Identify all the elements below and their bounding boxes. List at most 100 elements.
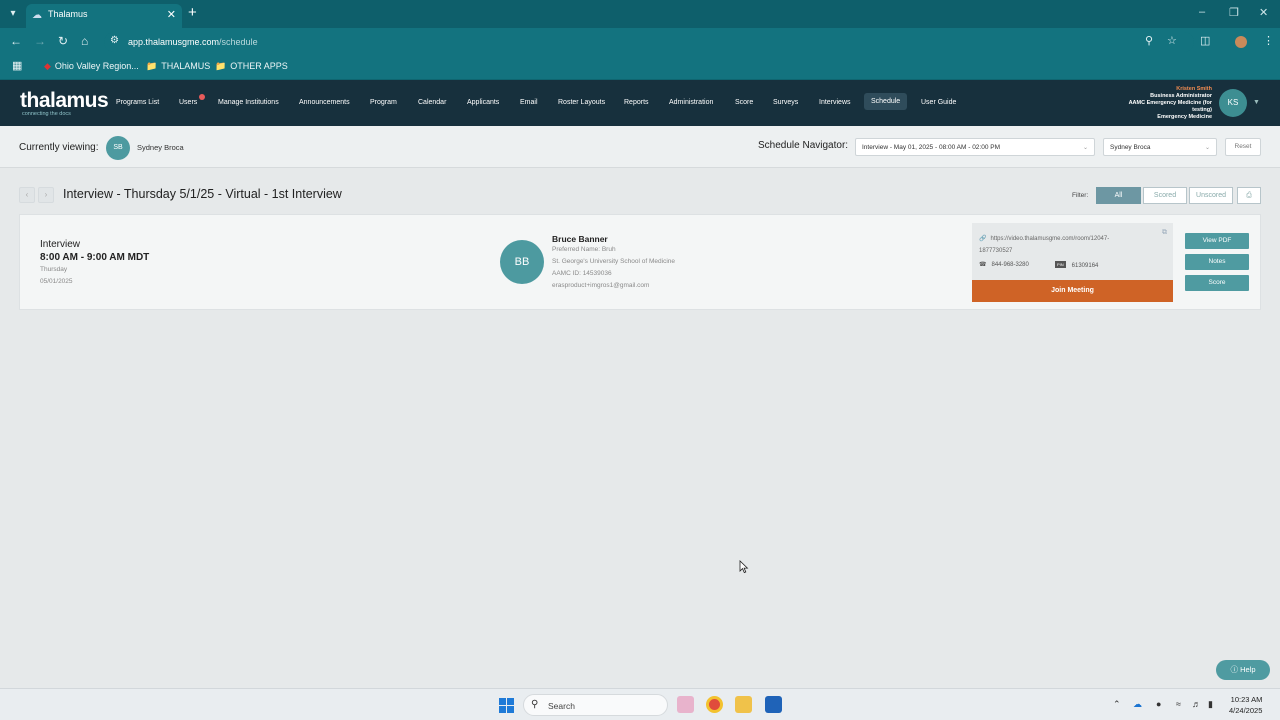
bookmark-star-icon[interactable]: ☆ [1167,34,1177,47]
nav-roster-layouts[interactable]: Roster Layouts [558,99,605,106]
window-close-icon[interactable]: ✕ [1259,6,1268,19]
system-clock[interactable]: 10:23 AM 4/24/2025 [1229,694,1262,716]
restore-icon[interactable]: ❐ [1229,6,1239,19]
onedrive-icon[interactable]: ☁ [1133,699,1142,710]
meeting-phone: ☎ 844-968-3280 [979,261,1029,268]
new-tab-icon[interactable]: + [188,5,197,21]
viewing-avatar: SB [106,136,130,160]
filter-all-button[interactable]: All [1096,187,1141,204]
notification-dot [199,94,205,100]
profile-icon[interactable] [1235,36,1247,48]
folder-icon: 📁 [215,61,227,71]
slack-icon[interactable] [677,696,694,713]
user-role: Business Administrator [1150,93,1212,99]
applicant-name[interactable]: Bruce Banner [552,234,608,244]
chrome-icon[interactable] [706,696,723,713]
help-button[interactable]: ⓘ Help [1216,660,1270,680]
person-select-value: Sydney Broca [1110,144,1151,151]
join-meeting-button[interactable]: Join Meeting [972,280,1173,302]
wifi-icon[interactable]: ≈ [1176,699,1181,709]
schedule-navigator-select[interactable]: Interview - May 01, 2025 - 08:00 AM - 02… [855,138,1095,156]
reset-button[interactable]: Reset [1225,138,1261,156]
browser-tab[interactable]: ☁ Thalamus ✕ [26,4,182,28]
user-name: Kristen Smith [1176,86,1212,92]
forward-icon[interactable]: → [34,34,46,48]
nav-manage-institutions[interactable]: Manage Institutions [218,99,279,106]
volume-icon[interactable]: ♬ [1192,699,1201,709]
filter-unscored-button[interactable]: Unscored [1189,187,1233,204]
notes-button[interactable]: Notes [1185,254,1249,270]
outlook-icon[interactable] [765,696,782,713]
bookmark-folder-other-apps[interactable]: 📁 OTHER APPS [215,61,288,72]
next-arrow-button[interactable]: › [38,187,54,203]
nav-user-guide[interactable]: User Guide [921,99,956,106]
view-pdf-button[interactable]: View PDF [1185,233,1249,249]
extensions-icon[interactable]: ◫ [1200,34,1210,47]
help-label: Help [1240,665,1256,674]
interview-day: Thursday [40,266,68,273]
url-text: app.thalamusgme.com/schedule [128,37,258,47]
prev-arrow-button[interactable]: ‹ [19,187,35,203]
zoom-search-icon[interactable]: ⚲ [1145,34,1153,47]
score-button[interactable]: Score [1185,275,1249,291]
viewing-toolbar: Currently viewing: SB Sydney Broca Sched… [0,126,1280,168]
nav-schedule[interactable]: Schedule [864,93,908,110]
nav-applicants[interactable]: Applicants [467,99,499,106]
nav-score[interactable]: Score [735,99,753,106]
bookmarks-bar: ▦ ◆ Ohio Valley Region... 📁 THALAMUS 📁 OTHE… [0,56,1280,80]
nav-users[interactable]: Users [179,99,197,106]
pin-number: 61309164 [1071,263,1099,269]
nav-announcements[interactable]: Announcements [299,99,350,106]
windows-start-icon[interactable] [499,698,514,713]
tray-overflow-icon[interactable]: ⌃ [1113,699,1121,710]
nav-surveys[interactable]: Surveys [773,99,798,106]
person-select[interactable]: Sydney Broca ⌄ [1103,138,1217,156]
schedule-navigator-value: Interview - May 01, 2025 - 08:00 AM - 02… [862,144,1001,151]
chevron-down-icon: ⌄ [1204,145,1210,151]
copy-icon[interactable]: ⧉ [1162,229,1167,237]
taskbar: ⚲ Search ⌃ ☁ ● ≈ ♬ ▮ 10:23 AM 4/24/2025 [0,688,1280,720]
nav-administration[interactable]: Administration [669,99,713,106]
nav-calendar[interactable]: Calendar [418,99,446,106]
pin-badge: PIN [1055,261,1066,268]
minimize-icon[interactable]: – [1199,6,1205,18]
bookmark-ohio-valley[interactable]: ◆ Ohio Valley Region... [44,61,139,72]
bookmark-label: Ohio Valley Region... [54,61,139,71]
nav-reports[interactable]: Reports [624,99,649,106]
back-icon[interactable]: ← [10,34,22,48]
bookmark-folder-thalamus[interactable]: 📁 THALAMUS [146,61,210,72]
mouse-cursor-icon [739,560,749,574]
apps-grid-icon[interactable]: ▦ [12,59,22,72]
user-org: AAMC Emergency Medicine (for [1128,100,1212,106]
currently-viewing-label: Currently viewing: [19,142,99,153]
battery-icon[interactable]: ▮ [1208,699,1213,710]
user-avatar[interactable]: KS [1219,89,1247,117]
tab-close-icon[interactable]: ✕ [167,8,176,21]
user-menu-chevron-icon[interactable]: ▼ [1253,99,1260,106]
nav-program[interactable]: Program [370,99,397,106]
thalamus-logo[interactable]: thalamus [20,89,109,113]
meeting-link[interactable]: 🔗 https://video.thalamusgme.com/room/1204… [979,233,1159,257]
print-icon[interactable]: ⎙ [1237,187,1261,204]
nav-interviews[interactable]: Interviews [819,99,851,106]
browser-menu-icon[interactable]: ⋮ [1263,34,1274,47]
reload-icon[interactable]: ↻ [58,34,68,48]
interview-title: Interview - Thursday 5/1/25 - Virtual - … [63,187,342,201]
nav-email[interactable]: Email [520,99,538,106]
microphone-icon[interactable]: ● [1156,699,1161,709]
filter-scored-button[interactable]: Scored [1143,187,1187,204]
folder-icon: 📁 [146,61,158,71]
tab-search-dropdown-icon[interactable]: ▾ [4,5,22,23]
meeting-link-text-cont: 1877730527 [979,248,1013,254]
filter-label: Filter: [1072,192,1089,199]
site-info-icon[interactable]: ⚙ [110,35,119,46]
nav-programs-list[interactable]: Programs List [116,99,159,106]
taskbar-search[interactable]: ⚲ Search [523,694,668,716]
link-icon: 🔗 [979,236,987,242]
url-field[interactable]: ⚙ app.thalamusgme.com/schedule [104,32,1194,52]
file-explorer-icon[interactable] [735,696,752,713]
app-header: thalamus connecting the docs Programs Li… [0,80,1280,126]
home-icon[interactable]: ⌂ [81,34,88,48]
help-icon: ⓘ [1230,665,1241,674]
bookmark-label: THALAMUS [161,61,211,71]
